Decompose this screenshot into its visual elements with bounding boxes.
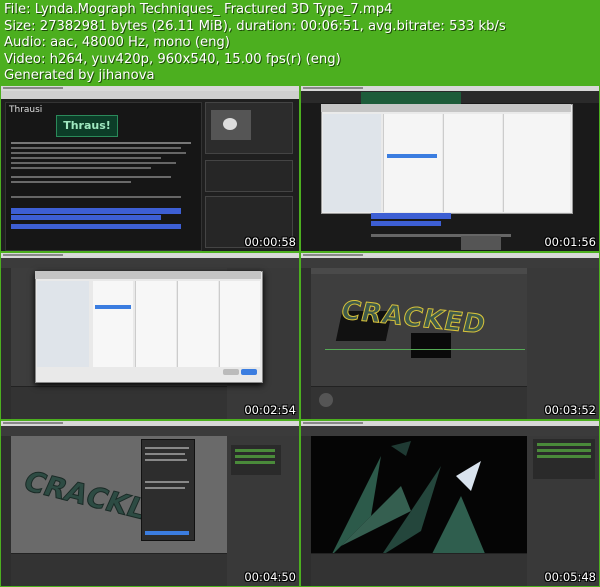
thumbnail-3: 00:02:54 <box>1 253 299 419</box>
thumbnail-4: CRACKED 00:03:52 <box>301 253 599 419</box>
thumbnail-6: 00:05:48 <box>301 420 599 586</box>
video-line: Video: h264, yuv420p, 960x540, 15.00 fps… <box>4 51 341 67</box>
site-logo: Thraus! <box>56 115 118 137</box>
timestamp: 00:01:56 <box>544 235 596 250</box>
file-line: File: Lynda.Mograph Techniques_ Fracture… <box>4 2 393 17</box>
thumbnail-2: 00:01:56 <box>301 86 599 252</box>
thumbnail-5: CRACKLE 00:04:50 <box>1 420 299 586</box>
audio-line: Audio: aac, 48000 Hz, mono (eng) <box>4 35 230 50</box>
shards-graphic <box>331 440 486 556</box>
size-line: Size: 27382981 bytes (26.11 MiB), durati… <box>4 18 506 34</box>
timestamp: 00:03:52 <box>544 402 596 417</box>
timestamp: 00:02:54 <box>244 402 296 417</box>
thumbnail-grid: Thrausi Thraus! 00:00:58 00:01:56 00:02:… <box>1 86 599 586</box>
timestamp: 00:05:48 <box>544 569 596 584</box>
media-info: File: Lynda.Mograph Techniques_ Fracture… <box>4 2 506 85</box>
site-title: Thrausi <box>9 105 43 115</box>
generated-line: Generated by jihanova <box>4 68 155 83</box>
timestamp: 00:04:50 <box>244 569 296 584</box>
timestamp: 00:00:58 <box>244 235 296 250</box>
thumbnail-1: Thrausi Thraus! 00:00:58 <box>1 86 299 252</box>
